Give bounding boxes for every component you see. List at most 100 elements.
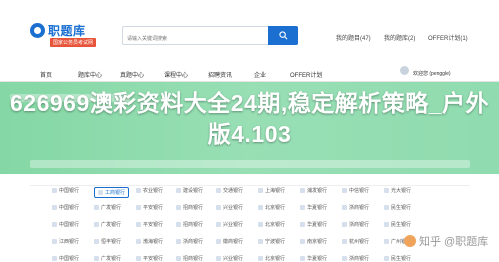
grid-cell-label: 中国银行	[59, 256, 80, 262]
grid-cell-label: 北京银行	[265, 205, 286, 211]
bank-icon	[94, 239, 99, 244]
grid-cell[interactable]: 民生银行	[384, 221, 411, 228]
grid-cell[interactable]: 中国银行	[52, 187, 79, 194]
bank-icon	[384, 222, 389, 227]
banner-ghost-row	[30, 160, 470, 168]
grid-cell[interactable]: 北京银行	[258, 204, 285, 211]
grid-cell[interactable]: 上海银行	[258, 187, 285, 194]
nav-item-courses[interactable]: 课程中心	[164, 70, 188, 79]
grid-cell[interactable]: 南京银行	[300, 238, 327, 245]
grid-cell-label: 农业银行	[143, 188, 164, 194]
bank-icon	[258, 256, 263, 261]
logo-tag: 国家公务员考试网	[50, 38, 97, 47]
grid-cell-label: 浙商银行	[349, 222, 370, 228]
grid-cell[interactable]: 兴业银行	[216, 204, 243, 211]
grid-cell[interactable]: 杭州银行	[342, 238, 369, 245]
grid-cell[interactable]: 中国银行	[52, 221, 79, 228]
bank-icon	[216, 188, 221, 193]
search-field[interactable]	[122, 26, 270, 48]
search-button[interactable]	[268, 26, 298, 45]
search-input[interactable]	[123, 30, 261, 48]
site-logo[interactable]: 职题库	[30, 22, 86, 39]
grid-cell-label: 民生银行	[391, 222, 412, 228]
avatar[interactable]	[400, 66, 409, 75]
nav-item-bank[interactable]: 题库中心	[78, 70, 102, 79]
offer-plan-link[interactable]: OFFER计划(1)	[428, 33, 468, 42]
nav-item-jobs[interactable]: 招聘资讯	[208, 70, 232, 79]
grid-cell[interactable]: 交通银行	[216, 187, 243, 194]
logo-icon	[30, 23, 45, 38]
grid-cell[interactable]: 浙商银行	[176, 238, 203, 245]
grid-cell[interactable]: 民生银行	[384, 204, 411, 211]
grid-cell[interactable]: 华夏银行	[300, 221, 327, 228]
grid-cell-label: 渤海银行	[143, 239, 164, 245]
grid-cell[interactable]: 广发银行	[94, 255, 121, 262]
grid-cell-label: 恒丰银行	[101, 239, 122, 245]
grid-cell[interactable]: 中国银行	[52, 255, 79, 262]
bank-icon	[342, 239, 347, 244]
grid-cell[interactable]: 农业银行	[136, 187, 163, 194]
grid-cell-label: 兴业银行	[223, 205, 244, 211]
bank-icon	[300, 222, 305, 227]
grid-cell[interactable]: 浦发银行	[300, 187, 327, 194]
grid-cell[interactable]: 兴业银行	[216, 221, 243, 228]
grid-cell[interactable]: 建设银行	[176, 187, 203, 194]
grid-cell-label: 北京银行	[265, 256, 286, 262]
grid-cell-label: 中国银行	[59, 222, 80, 228]
grid-cell-label: 杭州银行	[349, 239, 370, 245]
grid-divider	[30, 175, 470, 186]
bank-icon	[52, 256, 57, 261]
bank-icon	[342, 256, 347, 261]
grid-cell[interactable]: 宁波银行	[258, 238, 285, 245]
grid-cell-label: 平安银行	[143, 256, 164, 262]
grid-cell[interactable]: 华夏银行	[300, 204, 327, 211]
grid-cell[interactable]: 北京银行	[258, 221, 285, 228]
my-bank-link[interactable]: 我的题库(2)	[384, 33, 415, 42]
nav-item-exams[interactable]: 真题中心	[120, 70, 144, 79]
grid-cell[interactable]: 平安银行	[136, 255, 163, 262]
grid-cell[interactable]: 恒丰银行	[94, 238, 121, 245]
my-questions-link[interactable]: 我的题目(47)	[336, 33, 371, 42]
grid-cell[interactable]: 中信银行	[342, 187, 369, 194]
bank-icon	[176, 222, 181, 227]
bank-icon	[300, 188, 305, 193]
nav-item-offer[interactable]: OFFER计划	[290, 70, 322, 79]
grid-cell[interactable]: 招商银行	[176, 204, 203, 211]
grid-cell-label: 民生银行	[391, 205, 412, 211]
grid-cell[interactable]: 北京银行	[258, 255, 285, 262]
grid-cell[interactable]: 广发银行	[94, 221, 121, 228]
grid-cell[interactable]: 招商银行	[176, 221, 203, 228]
bank-icon	[136, 256, 141, 261]
grid-cell-label: 光大银行	[391, 188, 412, 194]
grid-cell[interactable]: 招商银行	[176, 255, 203, 262]
grid-cell[interactable]: 浙商银行	[342, 255, 369, 262]
user-greeting[interactable]: 欢迎您 (penggle)	[413, 70, 451, 77]
grid-cell[interactable]: 工商银行	[94, 187, 130, 198]
grid-cell[interactable]: 平安银行	[136, 204, 163, 211]
bank-icon	[94, 205, 99, 210]
bank-icon	[94, 222, 99, 227]
grid-cell[interactable]: 浙商银行	[342, 204, 369, 211]
grid-cell-label: 工商银行	[105, 190, 126, 196]
grid-cell[interactable]: 浙商银行	[342, 221, 369, 228]
grid-cell-label: 上海银行	[265, 188, 286, 194]
nav-item-company[interactable]: 企业	[254, 70, 266, 79]
grid-cell[interactable]: 华夏银行	[300, 255, 327, 262]
grid-cell-label: 广发银行	[101, 205, 122, 211]
nav-item-home[interactable]: 首页	[40, 70, 52, 79]
grid-cell-label: 建设银行	[183, 188, 204, 194]
grid-cell[interactable]: 徽商银行	[216, 238, 243, 245]
grid-cell[interactable]: 平安银行	[136, 221, 163, 228]
grid-cell[interactable]: 渤海银行	[136, 238, 163, 245]
grid-cell[interactable]: 广发银行	[94, 204, 121, 211]
grid-cell[interactable]: 江西银行	[52, 238, 79, 245]
grid-cell[interactable]: 兴业银行	[216, 255, 243, 262]
grid-cell[interactable]: 民生银行	[384, 255, 411, 262]
bank-icon	[342, 205, 347, 210]
grid-cell[interactable]: 光大银行	[384, 187, 411, 194]
grid-cell[interactable]: 中国银行	[52, 204, 79, 211]
bank-icon	[258, 188, 263, 193]
bank-icon	[384, 239, 389, 244]
bank-icon	[52, 205, 57, 210]
grid-cell-label: 招商银行	[183, 205, 204, 211]
